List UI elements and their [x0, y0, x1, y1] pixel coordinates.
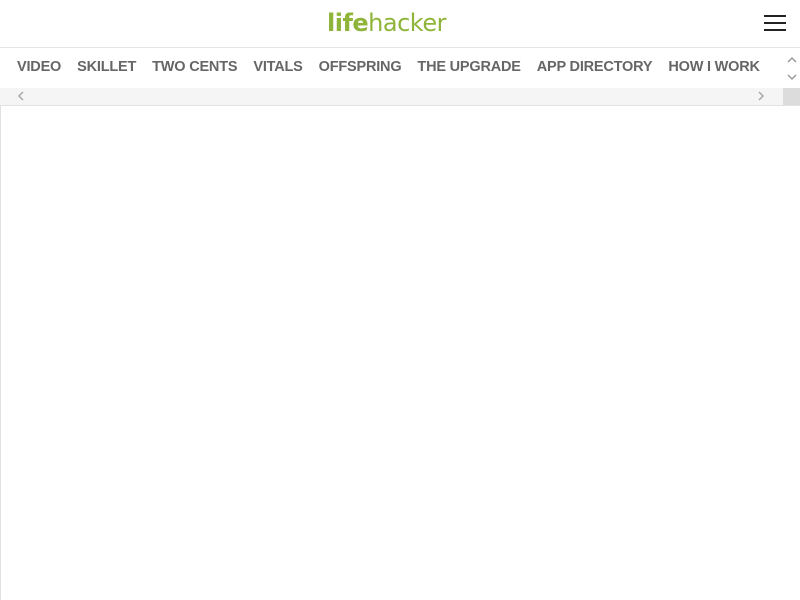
main-content-area — [0, 106, 800, 600]
nav-item-app-directory[interactable]: APP DIRECTORY — [537, 59, 653, 75]
nav-horizontal-scrollbar[interactable] — [0, 88, 800, 106]
menu-bar-bottom — [764, 29, 786, 31]
logo-life-text: life — [327, 9, 369, 37]
nav-item-video[interactable]: VIDEO — [17, 59, 61, 75]
nav-item-offspring[interactable]: OFFSPRING — [319, 59, 402, 75]
nav-vertical-scrollbar[interactable] — [783, 48, 800, 88]
nav-item-vitals[interactable]: VITALS — [253, 59, 302, 75]
scrollbar-corner — [783, 88, 800, 105]
chevron-right-icon[interactable] — [755, 90, 767, 102]
nav-item-the-upgrade[interactable]: THE UPGRADE — [417, 59, 521, 75]
chevron-up-icon[interactable] — [786, 54, 798, 66]
section-nav-list: VIDEO SKILLET TWO CENTS VITALS OFFSPRING… — [17, 59, 776, 75]
hamburger-menu-icon[interactable] — [764, 13, 786, 33]
section-nav: VIDEO SKILLET TWO CENTS VITALS OFFSPRING… — [0, 48, 783, 88]
logo-hacker-text: hacker — [368, 9, 446, 37]
menu-bar-top — [764, 15, 786, 17]
menu-bar-middle — [764, 22, 786, 24]
chevron-left-icon[interactable] — [15, 90, 27, 102]
chevron-down-icon[interactable] — [786, 71, 798, 83]
nav-item-skillet[interactable]: SKILLET — [77, 59, 136, 75]
nav-item-two-cents[interactable]: TWO CENTS — [152, 59, 237, 75]
nav-item-how-i-work[interactable]: HOW I WORK — [668, 59, 760, 75]
site-header: lifehacker — [0, 0, 800, 48]
lifehacker-logo[interactable]: lifehacker — [327, 9, 446, 37]
